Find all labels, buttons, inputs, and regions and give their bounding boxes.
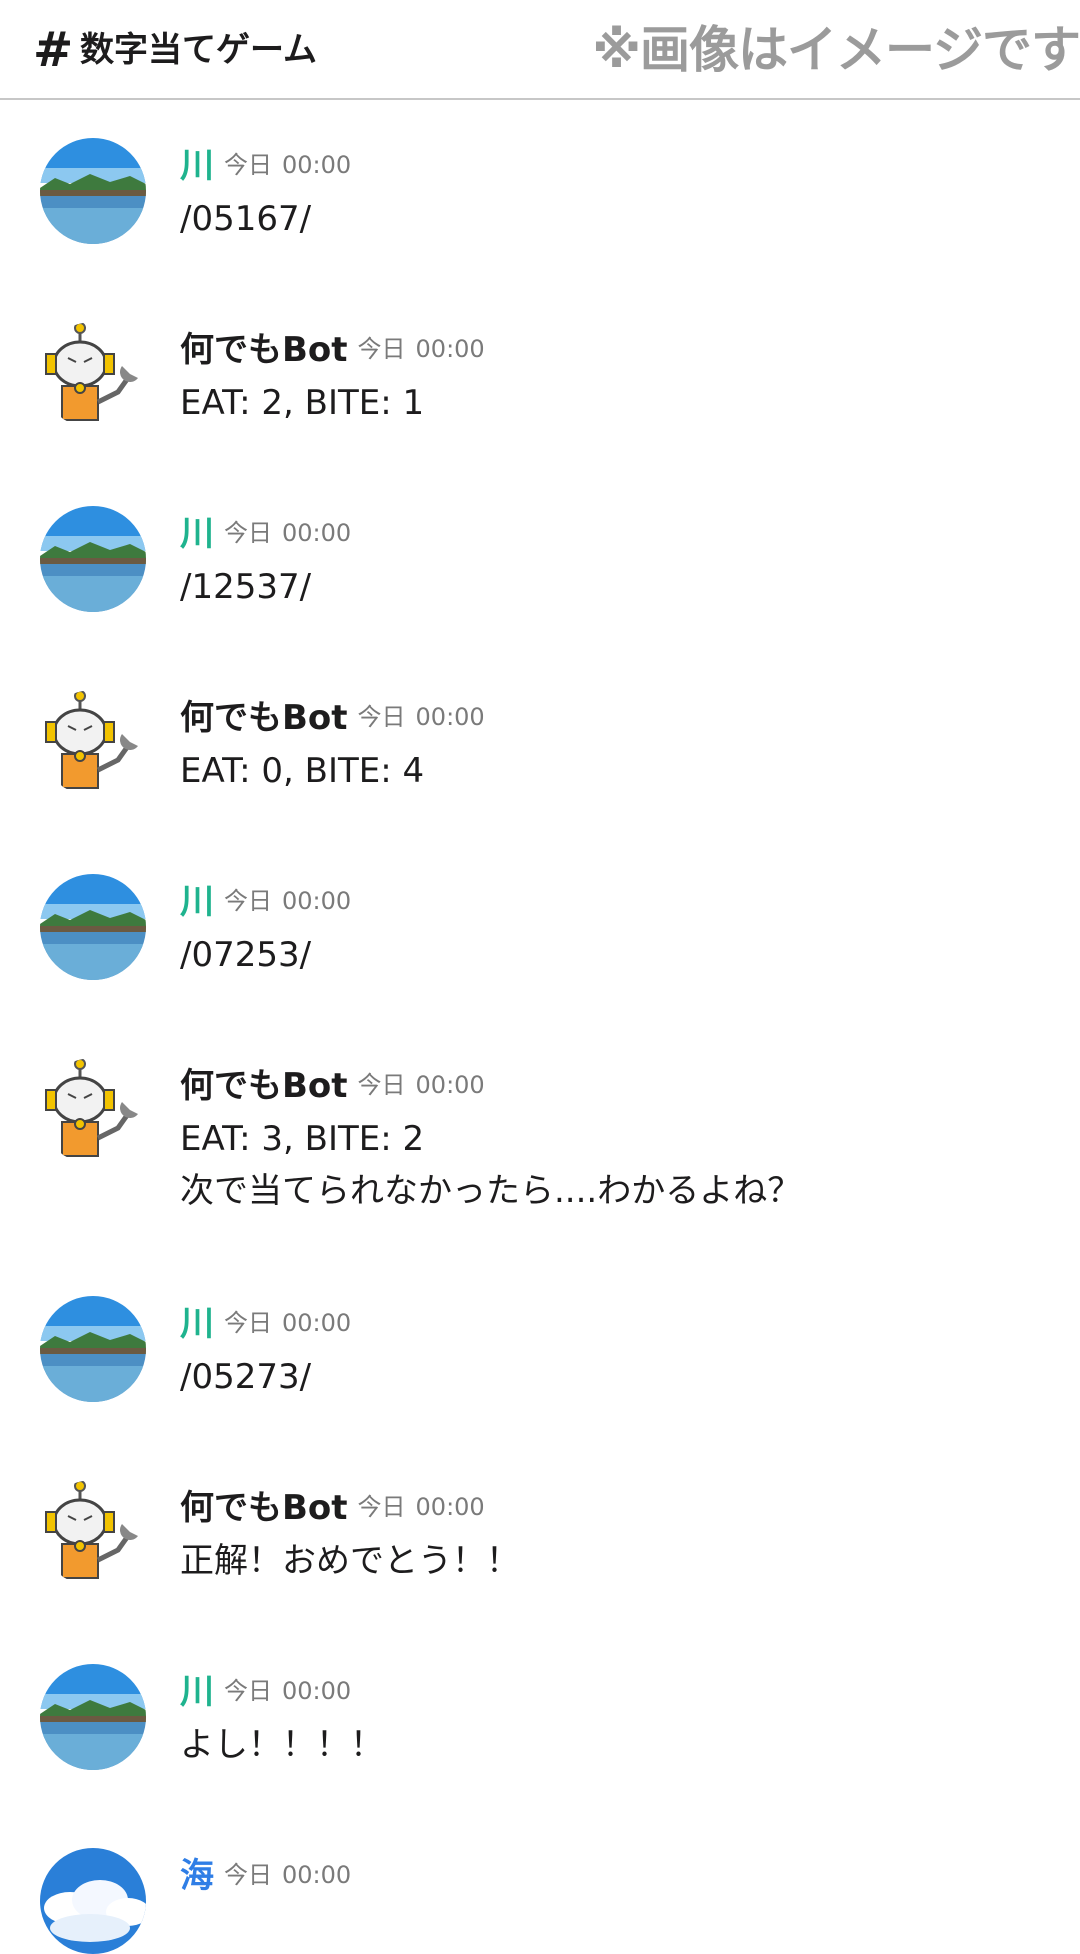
username[interactable]: 川 — [180, 146, 214, 186]
date-label: 今日 — [357, 335, 406, 363]
avatar-river[interactable] — [40, 506, 146, 612]
username[interactable]: 何でもBot — [180, 330, 348, 370]
timestamp[interactable]: 00:00 — [282, 1309, 351, 1337]
message-text: /07253/ — [180, 935, 312, 975]
username[interactable]: 何でもBot — [180, 1066, 348, 1106]
hash-icon: # — [33, 22, 74, 78]
username[interactable]: 川 — [180, 514, 214, 554]
date-label: 今日 — [357, 1071, 406, 1099]
channel-header: # 数字当てゲーム ※画像はイメージです — [0, 0, 1080, 100]
message-text: EAT: 3, BITE: 2 — [180, 1119, 425, 1159]
timestamp[interactable]: 00:00 — [282, 151, 351, 179]
message-text: 正解！おめでとう！！ — [180, 1541, 520, 1581]
message-text: EAT: 2, BITE: 1 — [180, 383, 425, 423]
username[interactable]: 川 — [180, 1672, 214, 1712]
avatar-sea[interactable] — [40, 1848, 146, 1954]
timestamp[interactable]: 00:00 — [416, 1493, 485, 1521]
channel-name[interactable]: 数字当てゲーム — [80, 28, 317, 72]
timestamp[interactable]: 00:00 — [282, 887, 351, 915]
avatar-bot[interactable] — [40, 322, 146, 428]
timestamp[interactable]: 00:00 — [282, 519, 351, 547]
date-label: 今日 — [224, 1677, 272, 1705]
date-label: 今日 — [224, 1309, 272, 1337]
avatar-river[interactable] — [40, 874, 146, 980]
timestamp[interactable]: 00:00 — [282, 1677, 351, 1705]
avatar-bot[interactable] — [40, 690, 146, 796]
avatar-bot[interactable] — [40, 1058, 146, 1164]
username[interactable]: 海 — [180, 1856, 214, 1896]
timestamp[interactable]: 00:00 — [416, 703, 485, 731]
message-text: /05273/ — [180, 1357, 312, 1397]
date-label: 今日 — [224, 1861, 272, 1889]
avatar-river[interactable] — [40, 1664, 146, 1770]
timestamp[interactable]: 00:00 — [282, 1861, 351, 1889]
message-text: /12537/ — [180, 567, 312, 607]
message-text: /05167/ — [180, 199, 312, 239]
message-text: 次で当てられなかったら....わかるよね？ — [180, 1171, 802, 1211]
timestamp[interactable]: 00:00 — [416, 335, 485, 363]
avatar-bot[interactable] — [40, 1480, 146, 1586]
avatar-river[interactable] — [40, 1296, 146, 1402]
timestamp[interactable]: 00:00 — [416, 1071, 485, 1099]
avatar-river[interactable] — [40, 138, 146, 244]
date-label: 今日 — [224, 519, 272, 547]
message-text: EAT: 0, BITE: 4 — [180, 751, 425, 791]
image-disclaimer: ※画像はイメージです — [592, 21, 1080, 79]
username[interactable]: 川 — [180, 1304, 214, 1344]
username[interactable]: 川 — [180, 882, 214, 922]
message-text: よし！！！！ — [180, 1725, 384, 1765]
username[interactable]: 何でもBot — [180, 1488, 348, 1528]
date-label: 今日 — [357, 703, 406, 731]
username[interactable]: 何でもBot — [180, 698, 348, 738]
date-label: 今日 — [224, 887, 272, 915]
date-label: 今日 — [224, 151, 272, 179]
date-label: 今日 — [357, 1493, 406, 1521]
